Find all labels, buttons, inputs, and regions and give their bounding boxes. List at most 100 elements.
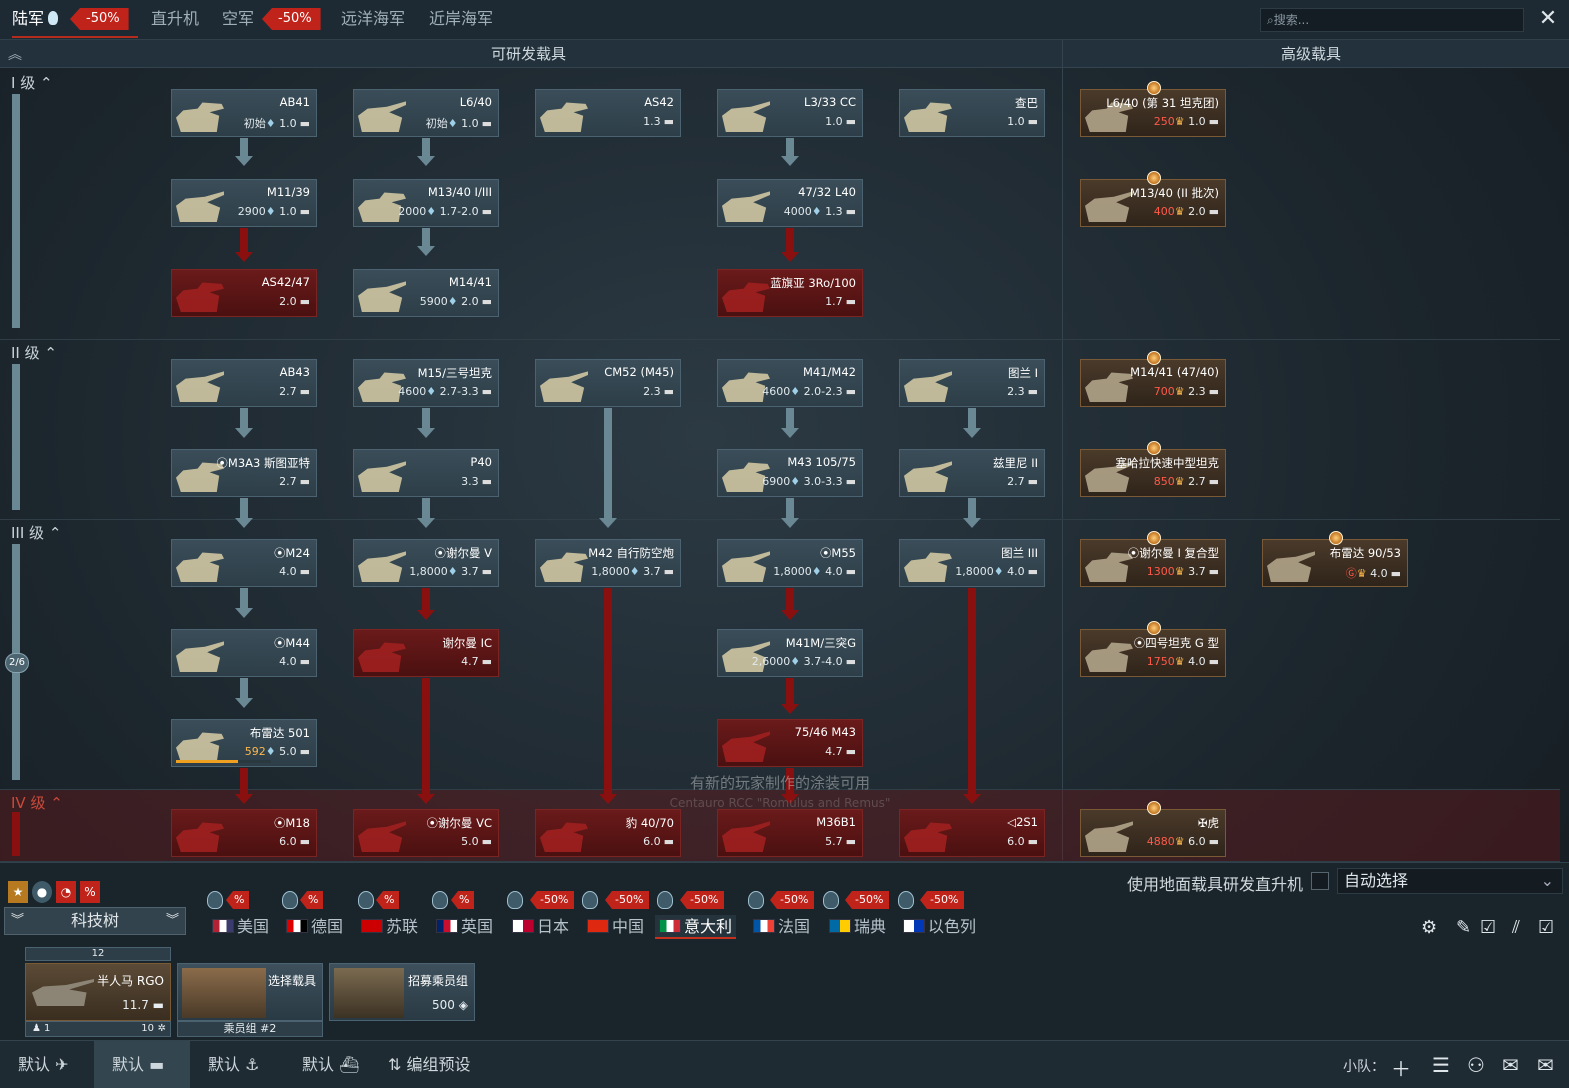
vehicle-card[interactable]: M14/41 5900♦ 2.0 ▬: [353, 269, 499, 317]
nation-tab[interactable]: 美国: [212, 915, 269, 939]
research-icon[interactable]: ●: [32, 881, 52, 903]
vehicle-card[interactable]: M42 自行防空炮 1,8000♦ 3.7 ▬: [535, 539, 681, 587]
preset-tab-aircraft[interactable]: 默认 ✈: [0, 1041, 94, 1088]
friends-icon[interactable]: ⚇: [1467, 1053, 1485, 1077]
collapse-all-icon[interactable]: ︽: [8, 44, 22, 64]
chat-icon[interactable]: ✉: [1502, 1053, 1519, 1077]
discount-icon: %: [451, 891, 475, 909]
preset-groups-button[interactable]: ⇅ 编组预设: [378, 1041, 508, 1088]
vehicle-card[interactable]: ⦿M44 4.0 ▬: [171, 629, 317, 677]
premium-vehicle-card[interactable]: 塞哈拉快速中型坦克 850♛ 2.7 ▬: [1080, 441, 1226, 497]
vehicle-card[interactable]: 豹 40/70 6.0 ▬: [535, 809, 681, 857]
checkbox-checked-icon[interactable]: ☑: [1538, 917, 1554, 938]
checkbox-checked-icon[interactable]: ☑: [1480, 917, 1496, 938]
vehicle-card[interactable]: 兹里尼 II 2.7 ▬: [899, 449, 1045, 497]
vehicle-card[interactable]: AS42/47 2.0 ▬: [171, 269, 317, 317]
vehicle-card[interactable]: ⦿M3A3 斯图亚特 2.7 ▬: [171, 449, 317, 497]
vehicle-card[interactable]: ⦿M24 4.0 ▬: [171, 539, 317, 587]
vehicle-card[interactable]: ◁2S1 6.0 ▬: [899, 809, 1045, 857]
premium-vehicle-card[interactable]: 布雷达 90/53 Ⓖ♛ 4.0 ▬: [1262, 531, 1408, 587]
tech-tree-button[interactable]: ︾ 科技树 ︾: [4, 907, 186, 935]
recruit-crew-slot[interactable]: 招募乘员组 500 ◈: [329, 963, 475, 1021]
preset-tab-ship[interactable]: 默认 ⛴: [284, 1041, 378, 1088]
premium-vehicle-card[interactable]: ✠虎 4880♛ 6.0 ▬: [1080, 801, 1226, 857]
nation-tab[interactable]: 中国: [587, 915, 644, 939]
vehicle-card[interactable]: 图兰 III 1,8000♦ 4.0 ▬: [899, 539, 1045, 587]
crew-slot-vehicle[interactable]: 半人马 RGO 11.7 ▬: [25, 963, 171, 1021]
vehicle-class-icon: ▬: [481, 475, 492, 488]
vehicle-card[interactable]: P40 3.3 ▬: [353, 449, 499, 497]
recruit-cost-value: 500: [432, 998, 455, 1012]
vehicle-card[interactable]: CM52 (M45) 2.3 ▬: [535, 359, 681, 407]
vehicle-card[interactable]: AB41 初始♦ 1.0 ▬: [171, 89, 317, 137]
premium-vehicle-card[interactable]: ⦿四号坦克 G 型 1750♛ 4.0 ▬: [1080, 621, 1226, 677]
nation-tab[interactable]: 苏联: [361, 915, 418, 939]
vehicle-card[interactable]: 查巴 1.0 ▬: [899, 89, 1045, 137]
vehicle-card[interactable]: ⦿谢尔曼 VC 5.0 ▬: [353, 809, 499, 857]
tab-coastal-fleet[interactable]: 近岸海军: [429, 0, 493, 38]
vehicle-name: M42 自行防空炮: [588, 546, 674, 560]
vehicle-card[interactable]: L6/40 初始♦ 1.0 ▬: [353, 89, 499, 137]
preset-tab-helicopter[interactable]: 默认 ⚓: [190, 1041, 284, 1088]
vehicle-card[interactable]: 47/32 L40 4000♦ 1.3 ▬: [717, 179, 863, 227]
vehicle-card[interactable]: M13/40 I/III 2000♦ 1.7-2.0 ▬: [353, 179, 499, 227]
vehicle-card[interactable]: ⦿M18 6.0 ▬: [171, 809, 317, 857]
auto-select-dropdown[interactable]: 自动选择 ⌄: [1337, 868, 1563, 894]
premium-vehicle-card[interactable]: L6/40 (第 31 坦克团) 250♛ 1.0 ▬: [1080, 81, 1226, 137]
vehicle-card[interactable]: 谢尔曼 IC 4.7 ▬: [353, 629, 499, 677]
close-icon[interactable]: ✕: [1535, 6, 1561, 32]
vehicle-card[interactable]: L3/33 CC 1.0 ▬: [717, 89, 863, 137]
research-icon: [898, 891, 914, 909]
premium-vehicle-card[interactable]: ⦿谢尔曼 I 复合型 1300♛ 3.7 ▬: [1080, 531, 1226, 587]
section-header-bar: ︽ 可研发载具 高级载具: [0, 40, 1569, 68]
vehicle-card[interactable]: AB43 2.7 ▬: [171, 359, 317, 407]
vehicle-card[interactable]: ⦿谢尔曼 V 1,8000♦ 3.7 ▬: [353, 539, 499, 587]
rank-label-2[interactable]: II 级 ⌃: [11, 342, 57, 363]
vehicle-card[interactable]: M41/M42 4600♦ 2.0-2.3 ▬: [717, 359, 863, 407]
vehicle-card[interactable]: ⦿M55 1,8000♦ 4.0 ▬: [717, 539, 863, 587]
vehicle-card[interactable]: M36B1 5.7 ▬: [717, 809, 863, 857]
rank-label-3[interactable]: III 级 ⌃: [11, 522, 61, 543]
star-icon[interactable]: ★: [8, 881, 28, 903]
add-icon[interactable]: ＋: [1391, 1053, 1411, 1082]
rank-label-1[interactable]: I 级 ⌃: [11, 72, 53, 93]
vehicle-name: ⦿谢尔曼 I 复合型: [1127, 546, 1219, 560]
discount-icon[interactable]: %: [80, 881, 100, 903]
vehicle-card[interactable]: M41M/三突G 2,6000♦ 3.7-4.0 ▬: [717, 629, 863, 677]
wrench-icon[interactable]: ✎: [1456, 917, 1471, 938]
battle-rating: 2.3: [1007, 385, 1025, 398]
clock-icon[interactable]: ◔: [56, 881, 76, 903]
vehicle-card[interactable]: M11/39 2900♦ 1.0 ▬: [171, 179, 317, 227]
premium-vehicle-card[interactable]: M13/40 (II 批次) 400♛ 2.0 ▬: [1080, 171, 1226, 227]
nation-tab[interactable]: 法国: [753, 915, 810, 939]
vehicle-card[interactable]: 75/46 M43 4.7 ▬: [717, 719, 863, 767]
vehicle-card[interactable]: 布雷达 501 592♦ 5.0 ▬: [171, 719, 317, 767]
list-icon[interactable]: ☰: [1432, 1053, 1450, 1077]
gear-icon[interactable]: ⚙: [1421, 917, 1437, 938]
tab-aviation[interactable]: 空军: [222, 0, 254, 38]
vehicle-card[interactable]: AS42 1.3 ▬: [535, 89, 681, 137]
nation-tab[interactable]: 英国: [436, 915, 493, 939]
rank-4-text: IV 级: [11, 794, 46, 812]
search-input[interactable]: ⌕搜索...: [1260, 8, 1524, 32]
rank-label-4[interactable]: IV 级 ⌃: [11, 792, 63, 813]
select-vehicle-slot[interactable]: 选择载具: [177, 963, 323, 1021]
vehicle-card[interactable]: M43 105/75 6900♦ 3.0-3.3 ▬: [717, 449, 863, 497]
heli-option-checkbox[interactable]: [1311, 872, 1329, 890]
nation-tab[interactable]: 以色列: [903, 915, 976, 939]
vehicle-card[interactable]: 图兰 I 2.3 ▬: [899, 359, 1045, 407]
vehicle-card[interactable]: M15/三号坦克 4600♦ 2.7-3.3 ▬: [353, 359, 499, 407]
mail-icon[interactable]: ✉: [1537, 1053, 1554, 1077]
premium-vehicle-card[interactable]: M14/41 (47/40) 700♛ 2.3 ▬: [1080, 351, 1226, 407]
vehicle-card[interactable]: 蓝旗亚 3Ro/100 1.7 ▬: [717, 269, 863, 317]
vehicle-name: 兹里尼 II: [993, 456, 1038, 470]
preset-tab-tank[interactable]: 默认 ▬: [94, 1041, 190, 1088]
tab-helicopter[interactable]: 直升机: [151, 0, 199, 38]
discount-icon: %: [376, 891, 400, 909]
nation-tab[interactable]: 意大利: [655, 915, 737, 939]
nation-tab[interactable]: 瑞典: [829, 915, 886, 939]
nation-tab[interactable]: 日本: [512, 915, 569, 939]
tab-bluewater-fleet[interactable]: 远洋海军: [341, 0, 405, 38]
ammo-icon[interactable]: ⫽: [1512, 917, 1520, 938]
nation-tab[interactable]: 德国: [286, 915, 343, 939]
